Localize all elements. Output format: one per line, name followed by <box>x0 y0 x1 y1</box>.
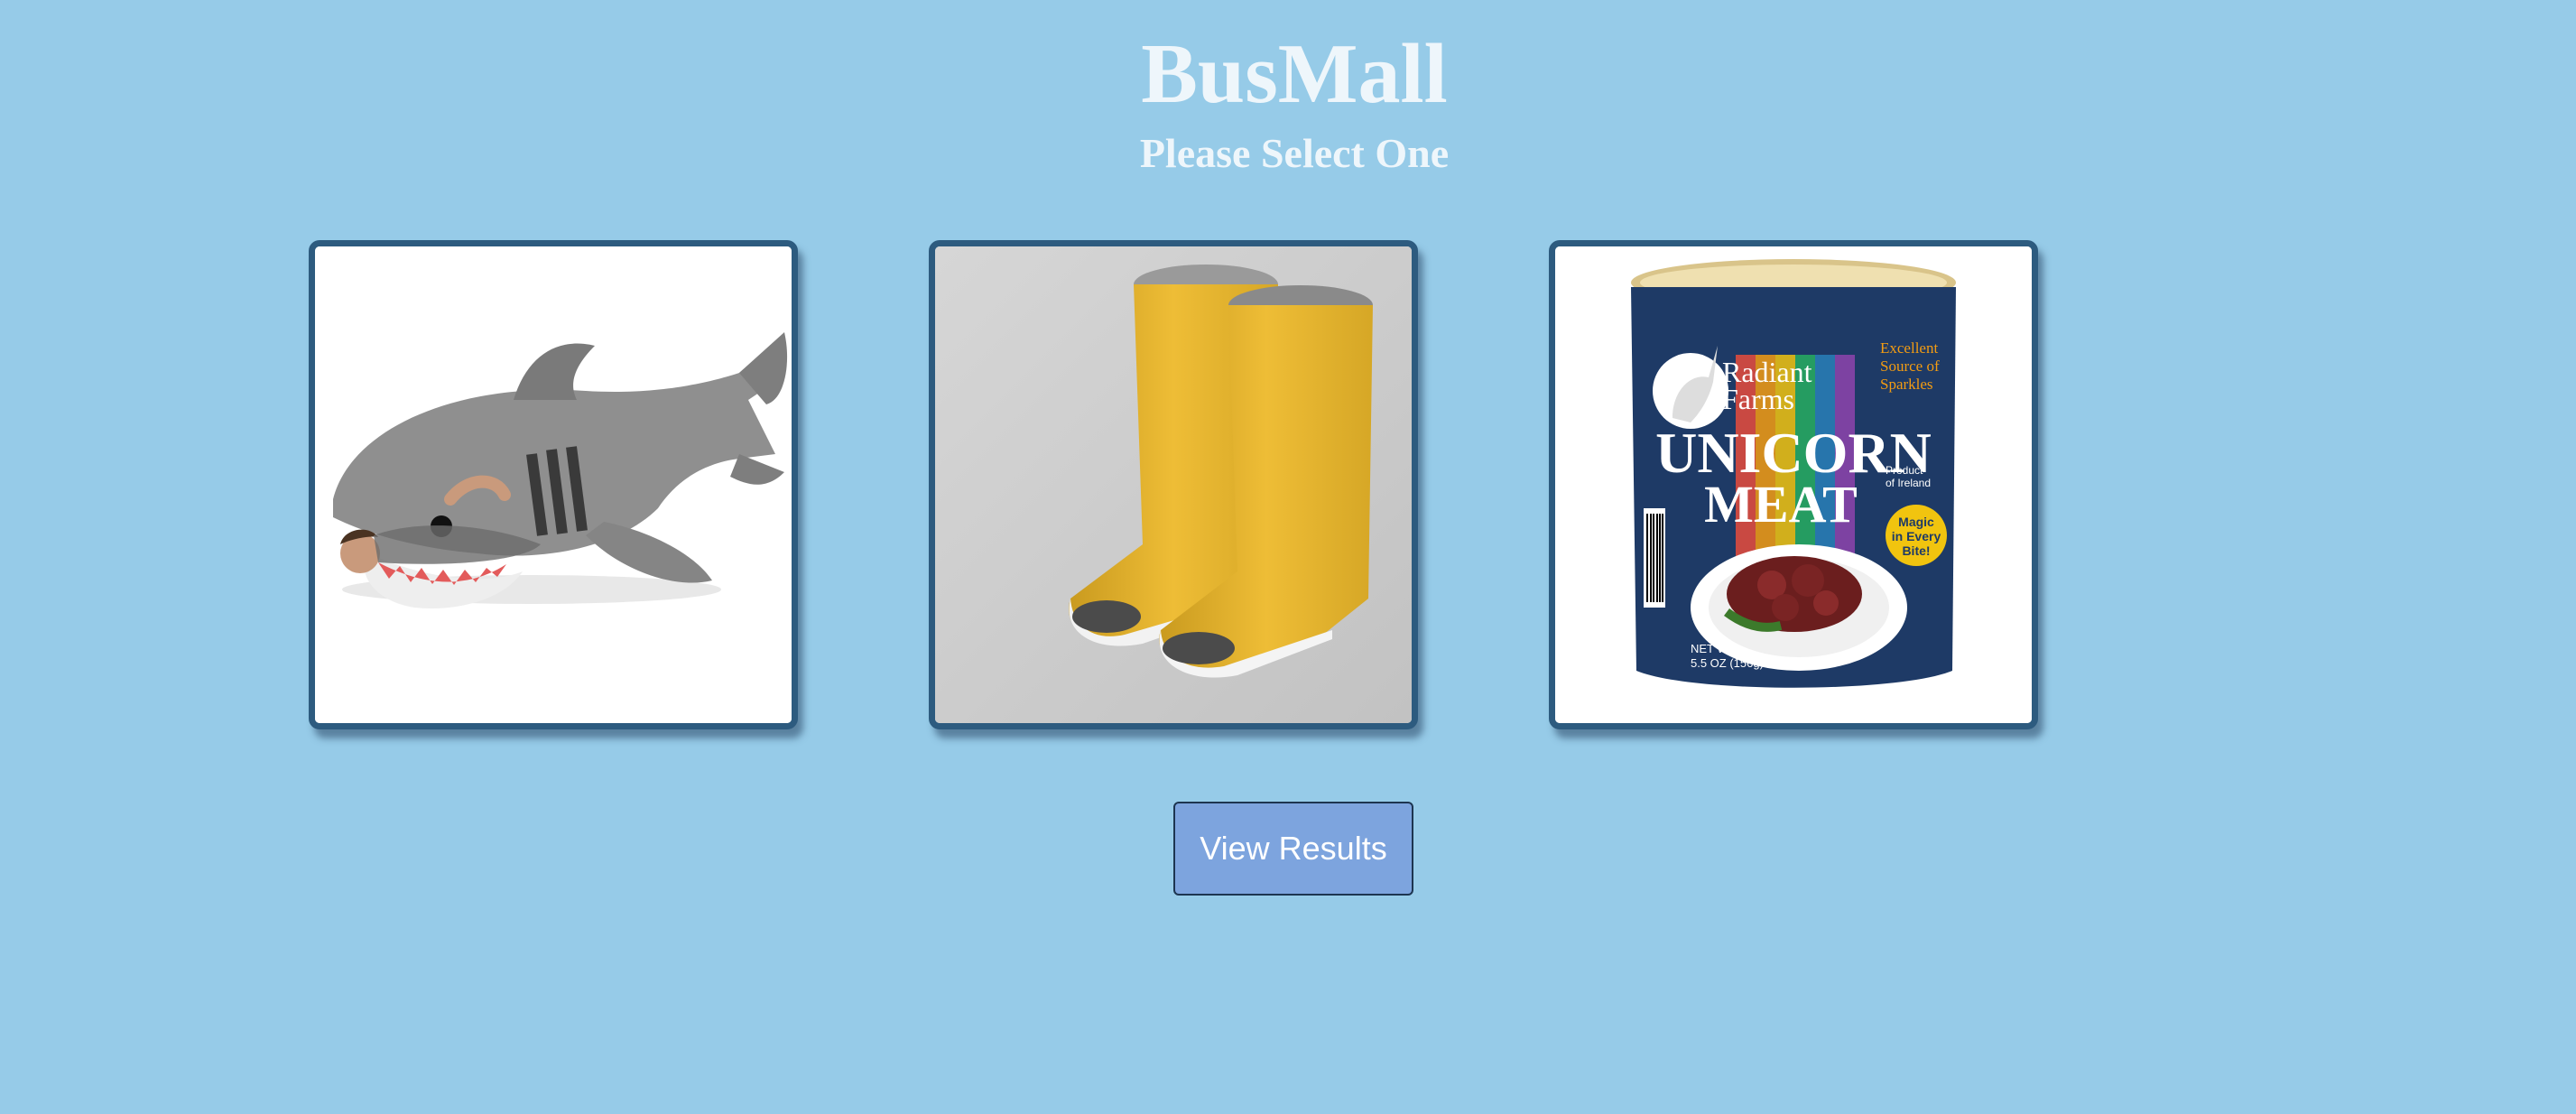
unicorn-meat-can-image: Radiant Farms Excellent Source of Sparkl… <box>1555 246 2032 723</box>
can-weight-line2: 5.5 OZ (156g) <box>1691 656 1764 670</box>
can-side-line3: Sparkles <box>1880 376 1933 393</box>
product-card-shark-sleeping-bag[interactable] <box>309 240 798 729</box>
can-main-line2: MEAT <box>1704 475 1858 534</box>
rain-boots-image <box>935 246 1412 723</box>
view-results-button[interactable]: View Results <box>1173 802 1413 896</box>
product-card-unicorn-meat[interactable]: Radiant Farms Excellent Source of Sparkl… <box>1549 240 2038 729</box>
can-side-line1: Excellent <box>1880 339 1938 357</box>
can-origin-line2: of Ireland <box>1886 477 1931 489</box>
can-badge-line1: Magic <box>1898 515 1934 529</box>
page-subtitle: Please Select One <box>1139 130 1450 176</box>
can-weight-line1: NET WT <box>1691 642 1736 655</box>
can-brand-line2: Farms <box>1722 383 1794 415</box>
can-side-line2: Source of <box>1880 357 1940 375</box>
can-badge-line3: Bite! <box>1902 543 1930 558</box>
shark-sleeping-bag-image <box>315 246 792 723</box>
can-badge-line2: in Every <box>1892 529 1941 543</box>
busmall-page: BusMall Please Select One Radiant Farms … <box>0 0 2576 1114</box>
product-card-rain-boots[interactable] <box>929 240 1418 729</box>
can-origin-line1: Product <box>1886 464 1923 477</box>
page-title: BusMall <box>1141 27 1448 121</box>
